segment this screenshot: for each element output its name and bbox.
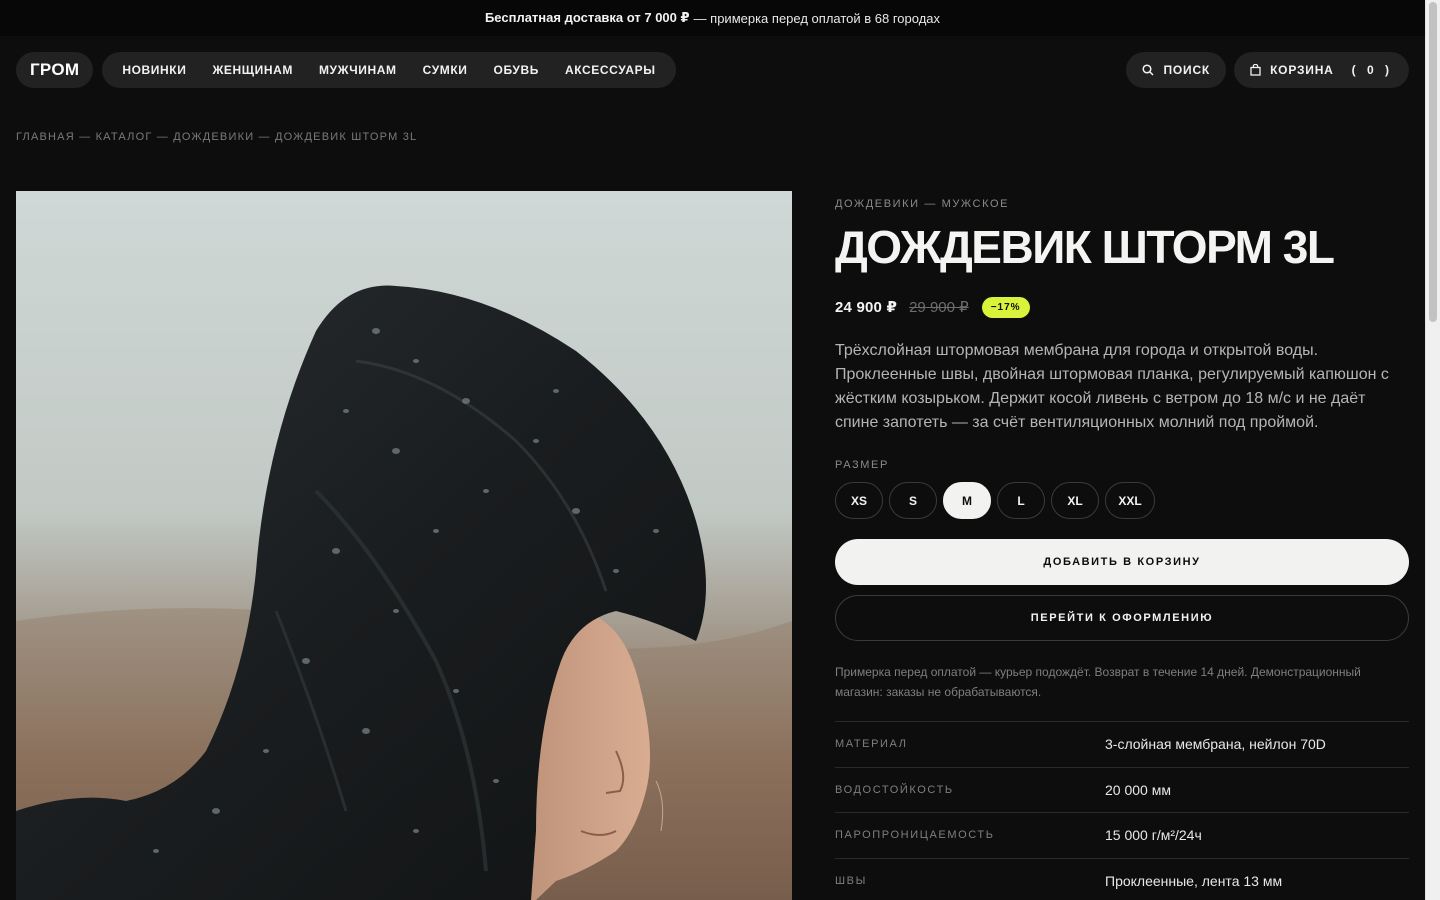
size-option-xxl[interactable]: XXL: [1105, 482, 1155, 519]
header: ГРОМ НОВИНКИ ЖЕНЩИНАМ МУЖЧИНАМ СУМКИ ОБУ…: [16, 52, 1409, 88]
size-label: РАЗМЕР: [835, 459, 889, 471]
product-info: ДОЖДЕВИКИ — МУЖСКОЕ ДОЖДЕВИК ШТОРМ 3L 24…: [835, 191, 1409, 900]
price-row: 24 900 ₽ 29 900 ₽ −17%: [835, 296, 1409, 318]
promo-rest-text: — примерка перед оплатой в 68 городах: [693, 10, 941, 26]
product-description: Трёхслойная штормовая мембрана для город…: [835, 342, 1389, 431]
cart-button[interactable]: КОРЗИНА ( 0 ): [1234, 52, 1409, 88]
size-option-m[interactable]: M: [943, 482, 991, 519]
nav-item-new[interactable]: НОВИНКИ: [109, 52, 199, 88]
current-price: 24 900 ₽: [835, 299, 898, 316]
nav-item-women[interactable]: ЖЕНЩИНАМ: [199, 52, 306, 88]
nav-item-shoes[interactable]: ОБУВЬ: [481, 52, 552, 88]
logo[interactable]: ГРОМ: [16, 52, 94, 88]
specs-table: МАТЕРИАЛ 3-слойная мембрана, нейлон 70D …: [835, 721, 1409, 900]
discount-badge: −17%: [981, 296, 1030, 318]
page: Бесплатная доставка от 7 000 ₽ — примерк…: [0, 0, 1425, 900]
nav-item-bags[interactable]: СУМКИ: [410, 52, 481, 88]
header-actions: ПОИСК КОРЗИНА ( 0 ): [1126, 52, 1409, 88]
nav-item-men[interactable]: МУЖЧИНАМ: [306, 52, 410, 88]
spec-key: ПАРОПРОНИЦАЕМОСТЬ: [835, 829, 995, 842]
scrollbar[interactable]: [1425, 0, 1440, 900]
product-photo-illustration: [16, 191, 792, 900]
product-photo: [16, 191, 792, 900]
cart-count: ( 0 ): [1351, 63, 1393, 77]
scrollbar-thumb[interactable]: [1429, 2, 1437, 322]
breadcrumb[interactable]: ГЛАВНАЯ — КАТАЛОГ — ДОЖДЕВИКИ — ДОЖДЕВИК…: [16, 131, 417, 143]
cart-label: КОРЗИНА: [1270, 63, 1334, 77]
main-nav: НОВИНКИ ЖЕНЩИНАМ МУЖЧИНАМ СУМКИ ОБУВЬ АК…: [102, 52, 676, 88]
spec-value: Проклеенные, лента 13 мм: [1105, 872, 1283, 889]
add-to-cart-button[interactable]: ДОБАВИТЬ В КОРЗИНУ: [835, 539, 1409, 585]
promo-banner: Бесплатная доставка от 7 000 ₽ — примерк…: [0, 0, 1425, 36]
search-label: ПОИСК: [1163, 63, 1211, 77]
checkout-button[interactable]: ПЕРЕЙТИ К ОФОРМЛЕНИЮ: [835, 595, 1409, 641]
spec-row: ВОДОСТОЙКОСТЬ 20 000 мм: [835, 768, 1409, 813]
size-option-s[interactable]: S: [889, 482, 937, 519]
spec-value: 20 000 мм: [1105, 781, 1171, 798]
old-price: 29 900 ₽: [909, 299, 969, 316]
spec-value: 15 000 г/м²/24ч: [1105, 827, 1202, 844]
spec-key: ШВЫ: [835, 874, 867, 887]
product-category: ДОЖДЕВИКИ — МУЖСКОЕ: [835, 198, 1010, 210]
search-icon: [1142, 64, 1155, 76]
nav-item-accessories[interactable]: АКСЕССУАРЫ: [552, 52, 669, 88]
search-button[interactable]: ПОИСК: [1126, 52, 1227, 88]
size-option-xs[interactable]: XS: [835, 482, 883, 519]
size-option-xl[interactable]: XL: [1051, 482, 1099, 519]
size-selector: XS S M L XL XXL: [835, 482, 1409, 519]
spec-key: ВОДОСТОЙКОСТЬ: [835, 783, 954, 796]
bag-icon: [1250, 64, 1261, 76]
spec-row: ПАРОПРОНИЦАЕМОСТЬ 15 000 г/м²/24ч: [835, 813, 1409, 859]
size-option-l[interactable]: L: [997, 482, 1045, 519]
spec-row: МАТЕРИАЛ 3-слойная мембрана, нейлон 70D: [835, 722, 1409, 768]
spec-key: МАТЕРИАЛ: [835, 738, 908, 751]
spec-value: 3-слойная мембрана, нейлон 70D: [1105, 736, 1326, 753]
delivery-note: Примерка перед оплатой — курьер подождёт…: [835, 665, 1361, 699]
product-title: ДОЖДЕВИК ШТОРМ 3L: [835, 221, 1335, 273]
promo-bold-text: Бесплатная доставка от 7 000 ₽: [484, 10, 690, 25]
spec-row: ШВЫ Проклеенные, лента 13 мм: [835, 859, 1409, 900]
